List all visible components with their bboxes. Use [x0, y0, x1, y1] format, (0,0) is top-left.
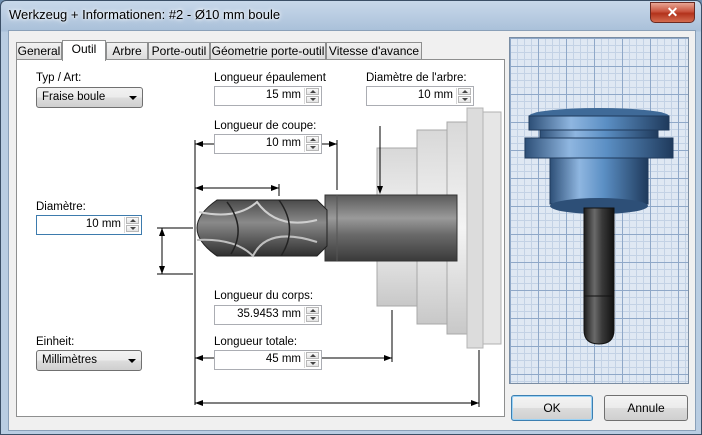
tab-general[interactable]: General: [16, 42, 62, 59]
tab-porte-outil[interactable]: Porte-outil: [148, 42, 210, 59]
total-length-input[interactable]: 45 mm: [214, 350, 322, 370]
tool-3d-preview[interactable]: [509, 37, 689, 384]
arrow-down-icon[interactable]: [458, 96, 471, 103]
tab-outil[interactable]: Outil: [62, 40, 106, 61]
shoulder-length-label: Longueur épaulement: [214, 72, 326, 84]
tool-3d-render: [524, 108, 674, 345]
shoulder-length-stepper[interactable]: [304, 88, 320, 104]
arrow-down-icon[interactable]: [126, 225, 139, 232]
type-dropdown[interactable]: Fraise boule: [36, 87, 143, 108]
total-length-stepper[interactable]: [304, 352, 320, 368]
unit-value: Millimètres: [42, 354, 97, 366]
arrow-down-icon[interactable]: [306, 144, 319, 151]
arrow-up-icon[interactable]: [458, 88, 471, 95]
outil-tab-panel: Typ / Art: Fraise boule Longueur épaulem…: [16, 59, 505, 417]
body-length-label: Longueur du corps:: [214, 290, 314, 302]
diameter-input[interactable]: 10 mm: [36, 215, 142, 235]
tab-vitesse-avance[interactable]: Vitesse d'avance: [326, 42, 422, 59]
arrow-down-icon[interactable]: [306, 96, 319, 103]
tool-shank: [324, 194, 458, 262]
tab-arbre[interactable]: Arbre: [106, 42, 148, 59]
arrow-up-icon[interactable]: [306, 136, 319, 143]
title-bar[interactable]: Werkzeug + Informationen: #2 - Ø10 mm bo…: [1, 1, 701, 29]
unit-dropdown[interactable]: Millimètres: [36, 350, 142, 371]
cutting-length-label: Longueur de coupe:: [214, 120, 317, 132]
arrow-up-icon[interactable]: [306, 88, 319, 95]
chevron-down-icon: [128, 359, 136, 363]
body-length-value: 35.9453 mm: [237, 308, 301, 320]
shoulder-length-value: 15 mm: [265, 89, 301, 101]
arrow-up-icon[interactable]: [126, 217, 139, 224]
unit-label: Einheit:: [36, 336, 75, 348]
shoulder-length-input[interactable]: 15 mm: [214, 86, 322, 106]
window-title: Werkzeug + Informationen: #2 - Ø10 mm bo…: [9, 7, 281, 22]
arrow-up-icon[interactable]: [306, 307, 319, 314]
shaft-diameter-stepper[interactable]: [456, 88, 472, 104]
body-length-stepper[interactable]: [304, 307, 320, 323]
tab-geometrie-porte-outil[interactable]: Géometrie porte-outil: [210, 42, 326, 59]
arrow-down-icon[interactable]: [306, 360, 319, 367]
cutting-length-value: 10 mm: [265, 137, 301, 149]
type-label: Typ / Art:: [36, 72, 82, 84]
dialog-window: Werkzeug + Informationen: #2 - Ø10 mm bo…: [0, 0, 702, 435]
arrow-down-icon[interactable]: [306, 315, 319, 322]
chevron-down-icon: [129, 96, 137, 100]
total-length-value: 45 mm: [265, 353, 301, 365]
close-button[interactable]: ✕: [650, 2, 695, 23]
ok-button[interactable]: OK: [511, 395, 593, 421]
diameter-value: 10 mm: [85, 218, 121, 230]
cutting-length-stepper[interactable]: [304, 136, 320, 152]
body-length-input[interactable]: 35.9453 mm: [214, 305, 322, 325]
diameter-label: Diamètre:: [36, 201, 86, 213]
close-icon: ✕: [666, 4, 679, 20]
total-length-label: Longueur totale:: [214, 336, 298, 348]
shaft-diameter-input[interactable]: 10 mm: [366, 86, 474, 106]
shaft-diameter-label: Diamètre de l'arbre:: [366, 72, 467, 84]
tool-flutes: [196, 199, 328, 258]
arrow-up-icon[interactable]: [306, 352, 319, 359]
cutting-length-input[interactable]: 10 mm: [214, 134, 322, 154]
diameter-stepper[interactable]: [124, 217, 140, 233]
dialog-client-area: General Outil Arbre Porte-outil Géometri…: [8, 30, 696, 431]
shaft-diameter-value: 10 mm: [417, 89, 453, 101]
cancel-button[interactable]: Annule: [604, 395, 688, 421]
type-value: Fraise boule: [42, 91, 106, 103]
